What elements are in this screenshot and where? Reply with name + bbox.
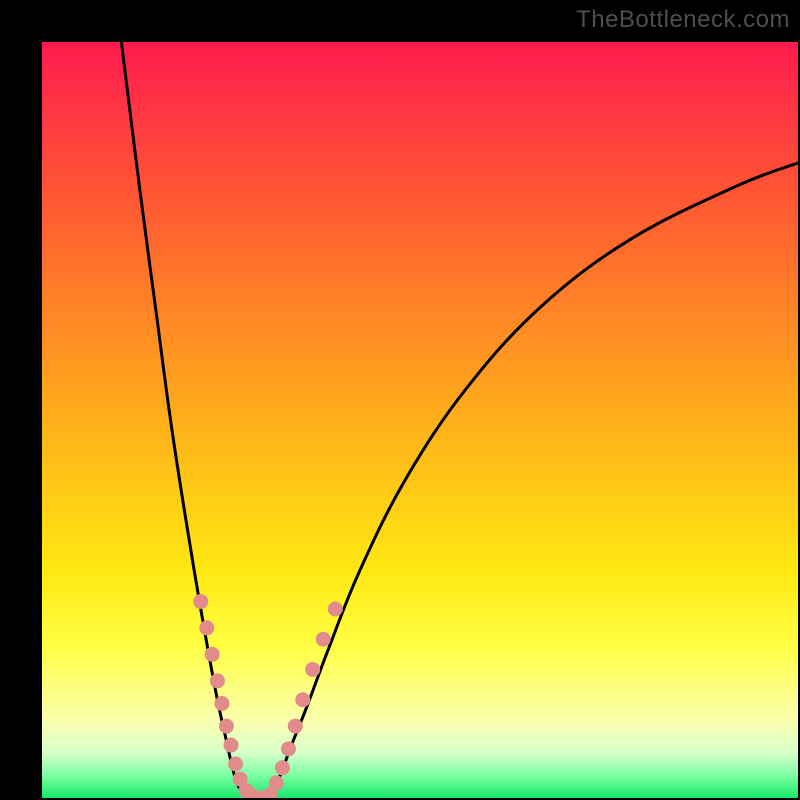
marker-dot bbox=[281, 741, 296, 756]
marker-dot bbox=[210, 673, 225, 688]
plot-area bbox=[42, 42, 798, 798]
marker-dot bbox=[224, 738, 239, 753]
marker-dot bbox=[269, 775, 284, 790]
marker-dot bbox=[316, 632, 331, 647]
marker-dot bbox=[193, 594, 208, 609]
marker-dot bbox=[288, 719, 303, 734]
series-left-branch-curve bbox=[121, 42, 250, 798]
marker-dot bbox=[305, 662, 320, 677]
watermark-text: TheBottleneck.com bbox=[576, 6, 790, 34]
marker-dot bbox=[275, 760, 290, 775]
marker-dot bbox=[219, 719, 234, 734]
marker-dot bbox=[328, 602, 343, 617]
marker-dot bbox=[295, 692, 310, 707]
marker-dot bbox=[228, 756, 243, 771]
marker-dot bbox=[214, 696, 229, 711]
chart-overlay bbox=[42, 42, 798, 798]
marker-dot bbox=[199, 620, 214, 635]
chart-frame: TheBottleneck.com bbox=[0, 0, 800, 800]
series-right-branch-curve bbox=[269, 163, 798, 798]
marker-dot bbox=[205, 647, 220, 662]
